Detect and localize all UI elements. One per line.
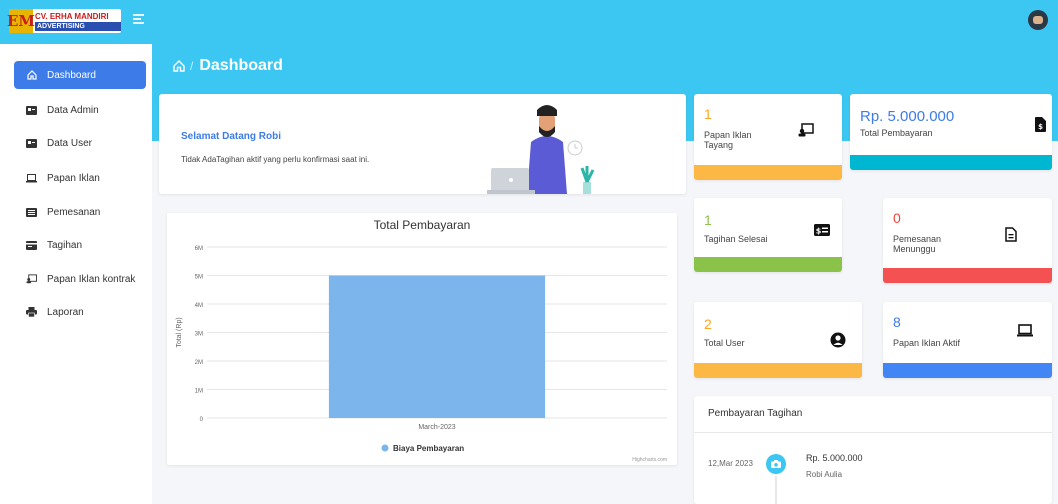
page-title: Dashboard bbox=[199, 57, 283, 74]
y-tick-label: 2M bbox=[195, 360, 203, 366]
sidebar-item-label: Laporan bbox=[47, 306, 84, 318]
sidebar-item-label: Pemesanan bbox=[47, 206, 101, 218]
sidebar-item-pemesanan[interactable]: Pemesanan bbox=[14, 198, 146, 226]
stat-card-total-pembayaran[interactable]: Rp. 5.000.000 Total Pembayaran $ bbox=[850, 94, 1052, 170]
payment-amount: Rp. 5.000.000 bbox=[806, 453, 863, 463]
sidebar-item-label: Papan Iklan kontrak bbox=[47, 273, 136, 285]
stat-value: 1 bbox=[704, 212, 712, 228]
sidebar-item-label: Data Admin bbox=[47, 104, 99, 116]
total-pembayaran-chart: Total Pembayaran 0 1M 2M 3M 4M 5M 6M Total (Rp) M… bbox=[176, 218, 667, 463]
sidebar-item-laporan[interactable]: Laporan bbox=[14, 298, 146, 326]
stat-label: Papan Iklan Tayang bbox=[704, 130, 752, 150]
stat-bar bbox=[694, 257, 842, 272]
y-tick-label: 3M bbox=[195, 332, 203, 338]
y-tick-label: 4M bbox=[195, 303, 203, 309]
sidebar-item-data-admin[interactable]: Data Admin bbox=[14, 96, 146, 124]
stat-bar bbox=[883, 268, 1052, 283]
y-tick-label: 6M bbox=[195, 246, 203, 252]
stat-card-papan-aktif[interactable]: 8 Papan Iklan Aktif bbox=[883, 302, 1052, 378]
svg-text:$: $ bbox=[816, 227, 822, 236]
file-alt-icon bbox=[1003, 226, 1019, 242]
stat-card-tagihan-selesai[interactable]: 1 Tagihan Selesai $ bbox=[694, 198, 842, 272]
card-icon bbox=[26, 240, 37, 251]
id-card-icon bbox=[26, 105, 37, 116]
y-tick-label: 0 bbox=[200, 417, 204, 423]
stat-card-total-user[interactable]: 2 Total User bbox=[694, 302, 862, 378]
stat-label: Total Pembayaran bbox=[860, 128, 933, 138]
stat-value: 1 bbox=[704, 106, 712, 122]
chart-card: Total Pembayaran 0 1M 2M 3M 4M 5M 6M Total (Rp) M… bbox=[167, 213, 677, 465]
stat-bar bbox=[694, 165, 842, 180]
sidebar-item-data-user[interactable]: Data User bbox=[14, 129, 146, 157]
sidebar-item-papan-iklan[interactable]: Papan Iklan bbox=[14, 164, 146, 192]
sidebar: Dashboard Data Admin Data User Papan Ikl… bbox=[0, 44, 152, 504]
board-icon bbox=[798, 122, 814, 138]
chart-title: Total Pembayaran bbox=[374, 218, 471, 232]
board-icon bbox=[26, 274, 37, 285]
logo-mark: EM bbox=[7, 9, 35, 33]
stat-label: Pemesanan Menunggu bbox=[893, 234, 942, 254]
y-tick-label: 1M bbox=[195, 389, 203, 395]
stat-card-pemesanan-menunggu[interactable]: 0 Pemesanan Menunggu bbox=[883, 198, 1052, 283]
legend-marker bbox=[381, 444, 389, 452]
home-icon bbox=[26, 70, 37, 81]
stat-label: Tagihan Selesai bbox=[704, 234, 768, 244]
stat-value: 0 bbox=[893, 210, 901, 226]
welcome-message: Tidak AdaTagihan aktif yang perlu konfir… bbox=[181, 155, 370, 164]
invoice-dollar-icon: $ bbox=[1032, 116, 1048, 132]
stat-value: Rp. 5.000.000 bbox=[860, 108, 955, 125]
payment-user: Robi Aulia bbox=[806, 470, 843, 479]
legend-label: Biaya Pembayaran bbox=[393, 444, 464, 453]
payments-card: Pembayaran Tagihan 12,Mar 2023 Rp. 5.000… bbox=[694, 396, 1052, 504]
stat-label: Total User bbox=[704, 338, 745, 348]
sidebar-item-label: Tagihan bbox=[47, 239, 83, 251]
sidebar-item-label: Data User bbox=[47, 137, 93, 149]
list-icon bbox=[26, 207, 37, 218]
brand-tagline: ADVERTISING bbox=[35, 21, 121, 31]
user-circle-icon bbox=[830, 332, 846, 348]
brand-name: CV. ERHA MANDIRI bbox=[35, 11, 109, 21]
bar bbox=[328, 275, 546, 418]
y-axis-label: Total (Rp) bbox=[176, 317, 183, 347]
stat-value: 8 bbox=[893, 314, 901, 330]
svg-text:$: $ bbox=[1038, 123, 1043, 131]
sidebar-item-label: Papan Iklan bbox=[47, 172, 100, 184]
stat-bar bbox=[694, 363, 862, 378]
stat-bar bbox=[850, 155, 1052, 170]
stat-label: Papan Iklan Aktif bbox=[893, 338, 961, 348]
home-icon[interactable] bbox=[172, 59, 186, 73]
brand-logo[interactable]: EM CV. ERHA MANDIRI ADVERTISING bbox=[7, 9, 121, 33]
welcome-greeting: Selamat Datang Robi bbox=[181, 131, 282, 142]
camera-icon bbox=[766, 454, 786, 474]
sidebar-item-tagihan[interactable]: Tagihan bbox=[14, 231, 146, 259]
sidebar-item-papan-iklan-kontrak[interactable]: Papan Iklan kontrak bbox=[14, 265, 146, 293]
chart-credit: Highcharts.com bbox=[632, 457, 667, 463]
id-card-icon bbox=[26, 138, 37, 149]
laptop-icon bbox=[26, 173, 37, 184]
breadcrumb: / Dashboard bbox=[172, 57, 283, 75]
welcome-illustration bbox=[487, 105, 595, 194]
money-bill-icon: $ bbox=[814, 222, 830, 238]
laptop-icon bbox=[1017, 322, 1033, 338]
print-icon bbox=[26, 307, 37, 318]
y-tick-label: 5M bbox=[195, 275, 203, 281]
sidebar-item-label: Dashboard bbox=[47, 69, 96, 81]
welcome-card: Selamat Datang Robi Tidak AdaTagihan akt… bbox=[159, 94, 686, 194]
top-navbar: EM CV. ERHA MANDIRI ADVERTISING bbox=[0, 0, 1058, 44]
payments-title: Pembayaran Tagihan bbox=[708, 408, 803, 419]
user-avatar[interactable] bbox=[1028, 10, 1048, 30]
payment-date: 12,Mar 2023 bbox=[708, 459, 753, 468]
stat-bar bbox=[883, 363, 1052, 378]
stat-card-papan-tayang[interactable]: 1 Papan Iklan Tayang bbox=[694, 94, 842, 180]
stat-value: 2 bbox=[704, 316, 712, 332]
x-tick-label: March-2023 bbox=[418, 424, 455, 431]
menu-toggle-icon[interactable] bbox=[133, 14, 144, 24]
sidebar-item-dashboard[interactable]: Dashboard bbox=[14, 61, 146, 89]
